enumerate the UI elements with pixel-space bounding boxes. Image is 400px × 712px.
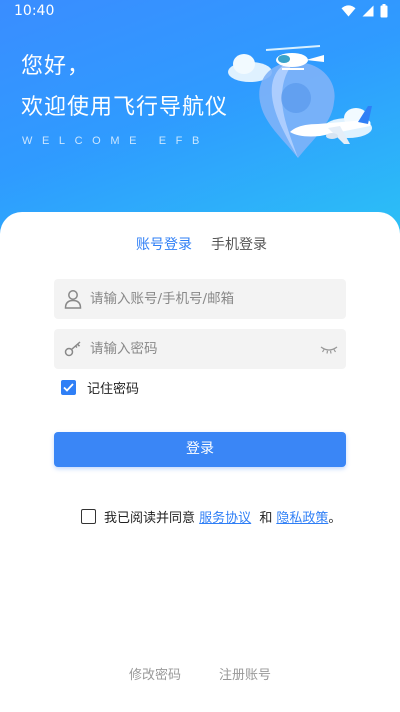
eye-closed-icon[interactable] xyxy=(320,341,338,357)
wifi-icon xyxy=(341,5,356,17)
greeting-text: 您好， xyxy=(21,54,91,79)
tab-phone-login[interactable]: 手机登录 xyxy=(211,234,267,254)
remember-checkbox[interactable] xyxy=(61,380,76,395)
privacy-policy-link[interactable]: 隐私政策 xyxy=(276,511,328,526)
status-time: 10:40 xyxy=(14,3,55,19)
remember-label: 记住密码 xyxy=(87,382,140,397)
agreement-suffix: 。 xyxy=(328,511,342,526)
user-icon xyxy=(64,290,82,309)
agreement-and: 和 xyxy=(259,511,273,526)
agreement-row: 我已阅读并同意 服务协议 和隐私政策。 xyxy=(81,507,341,526)
aviation-illustration xyxy=(228,45,372,158)
login-card: 账号登录 手机登录 记住密码 xyxy=(0,212,400,712)
agreement-checkbox[interactable] xyxy=(81,509,96,524)
tab-account-login[interactable]: 账号登录 xyxy=(136,234,192,254)
username-input[interactable] xyxy=(90,279,330,319)
password-field xyxy=(54,329,346,369)
agreement-text: 我已阅读并同意 服务协议 和隐私政策。 xyxy=(104,507,341,526)
helicopter-icon xyxy=(265,45,324,70)
change-password-link[interactable]: 修改密码 xyxy=(129,664,181,683)
map-pin-icon xyxy=(259,62,335,158)
login-tabs: 账号登录 手机登录 xyxy=(0,234,400,288)
status-icons xyxy=(341,4,388,18)
battery-icon xyxy=(380,4,388,18)
remember-password[interactable]: 记住密码 xyxy=(61,378,139,397)
footer-links: 修改密码 注册账号 xyxy=(0,664,400,684)
check-icon xyxy=(63,383,74,392)
status-bar: 10:40 xyxy=(0,0,400,24)
register-account-link[interactable]: 注册账号 xyxy=(219,664,271,683)
welcome-subtitle: WELCOME EFB xyxy=(22,135,209,147)
login-button[interactable]: 登录 xyxy=(54,432,346,467)
password-input[interactable] xyxy=(90,329,330,369)
agreement-prefix: 我已阅读并同意 xyxy=(104,511,196,526)
service-agreement-link[interactable]: 服务协议 xyxy=(199,511,251,526)
key-icon xyxy=(64,341,81,357)
signal-icon xyxy=(362,5,374,17)
welcome-title: 欢迎使用飞行导航仪 xyxy=(21,95,229,120)
username-field xyxy=(54,279,346,319)
